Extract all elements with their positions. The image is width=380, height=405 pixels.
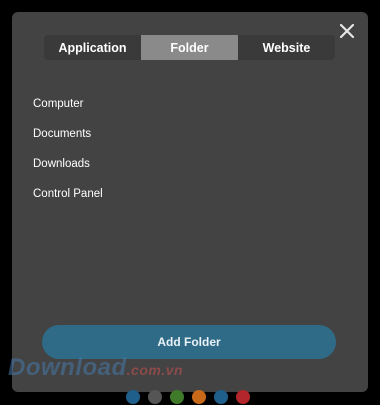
- dot-blue-2: [214, 390, 228, 404]
- tab-bar: Application Folder Website: [44, 35, 335, 60]
- dot-orange: [192, 390, 206, 404]
- watermark-suffix: .com.vn: [126, 362, 184, 378]
- dialog-panel: Application Folder Website Computer Docu…: [12, 12, 368, 392]
- color-dots: [126, 390, 250, 404]
- close-icon[interactable]: [338, 22, 356, 40]
- list-item-control-panel[interactable]: Control Panel: [33, 186, 103, 216]
- dot-blue: [126, 390, 140, 404]
- list-item-computer[interactable]: Computer: [33, 96, 103, 126]
- list-item-downloads[interactable]: Downloads: [33, 156, 103, 186]
- dot-green: [170, 390, 184, 404]
- folder-list: Computer Documents Downloads Control Pan…: [33, 96, 103, 216]
- list-item-documents[interactable]: Documents: [33, 126, 103, 156]
- dot-gray: [148, 390, 162, 404]
- tab-folder[interactable]: Folder: [141, 35, 238, 60]
- tab-application[interactable]: Application: [44, 35, 141, 60]
- dot-red: [236, 390, 250, 404]
- tab-website[interactable]: Website: [238, 35, 335, 60]
- watermark-main: Download: [8, 354, 127, 381]
- watermark: Download.com.vn: [8, 354, 183, 382]
